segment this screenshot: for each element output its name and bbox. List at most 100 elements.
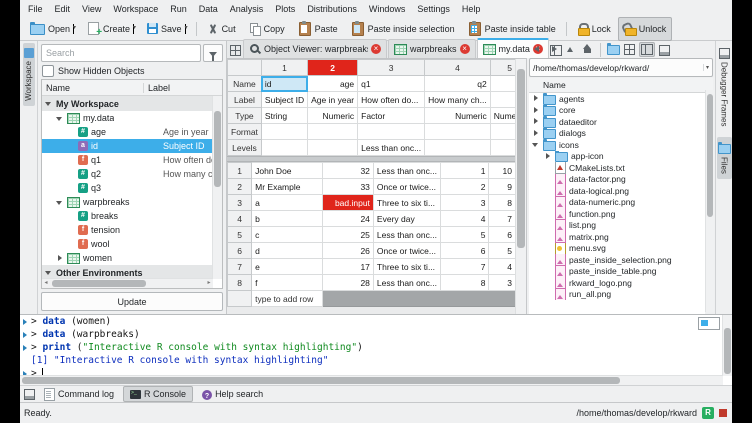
- expander-icon[interactable]: [55, 198, 64, 207]
- meta-cell[interactable]: Subject ID: [261, 92, 307, 108]
- menu-run[interactable]: Run: [164, 3, 193, 15]
- meta-cell[interactable]: Numeric: [425, 108, 491, 124]
- data-cell[interactable]: Less than onc...: [373, 275, 440, 291]
- menu-data[interactable]: Data: [193, 3, 224, 15]
- file-item-data-numeric-png[interactable]: data-numeric.png: [529, 197, 705, 209]
- scroll-left-icon[interactable]: ◂: [42, 280, 50, 287]
- tree-item-q2[interactable]: q2How many c...: [42, 167, 213, 181]
- tab-warpbreaks[interactable]: warpbreaks×: [388, 39, 476, 58]
- menu-workspace[interactable]: Workspace: [107, 3, 164, 15]
- data-cell[interactable]: Every day: [373, 211, 440, 227]
- data-cell[interactable]: 32: [323, 163, 374, 179]
- cut-button[interactable]: Cut: [201, 17, 242, 41]
- data-cell[interactable]: 4: [440, 211, 489, 227]
- meta-cell[interactable]: Factor: [358, 108, 425, 124]
- tree-item-q3[interactable]: q3: [42, 181, 213, 195]
- r-console[interactable]: > data (women)> data (warpbreaks)> print…: [20, 314, 732, 385]
- nav-forward-icon[interactable]: [546, 42, 562, 57]
- data-cell[interactable]: d: [252, 243, 323, 259]
- paste-inside-table-button[interactable]: Paste inside table: [462, 17, 562, 41]
- row-header-5[interactable]: 5: [228, 227, 252, 243]
- file-item-menu-svg[interactable]: menu.svg: [529, 243, 705, 255]
- meta-cell[interactable]: [308, 124, 358, 140]
- tree-item-age[interactable]: ageAge in year: [42, 125, 213, 139]
- files-dock-tab[interactable]: Files: [717, 137, 732, 179]
- file-item-icons[interactable]: icons: [529, 139, 705, 151]
- tab-close-icon[interactable]: ×: [371, 44, 381, 54]
- meta-cell[interactable]: [358, 124, 425, 140]
- meta-row-header-type[interactable]: Type: [228, 108, 262, 124]
- nav-back-icon[interactable]: [529, 42, 545, 57]
- menu-help[interactable]: Help: [456, 3, 487, 15]
- file-item-agents[interactable]: agents: [529, 93, 705, 105]
- file-tree-vscrollbar[interactable]: [705, 90, 714, 312]
- data-cell[interactable]: 6: [440, 243, 489, 259]
- meta-cell[interactable]: [425, 140, 491, 156]
- data-cell[interactable]: 3: [489, 275, 516, 291]
- files-name-header[interactable]: Name: [529, 78, 713, 93]
- file-item-dialogs[interactable]: dialogs: [529, 128, 705, 140]
- data-cell[interactable]: Three to six ti...: [373, 259, 440, 275]
- meta-cell[interactable]: How often do...: [358, 92, 425, 108]
- column-header-2[interactable]: 2: [308, 60, 358, 76]
- expander-icon[interactable]: [531, 140, 540, 149]
- expander-icon[interactable]: [531, 94, 540, 103]
- file-item-paste-inside-table-png[interactable]: paste_inside_table.png: [529, 266, 705, 278]
- lock-button[interactable]: Lock: [571, 17, 617, 41]
- add-row-cell[interactable]: type to add row: [252, 291, 323, 307]
- toolview-tab-command-log[interactable]: Command log: [37, 386, 121, 402]
- row-header-1[interactable]: 1: [228, 163, 252, 179]
- data-cell[interactable]: Once or twice...: [373, 179, 440, 195]
- meta-cell[interactable]: [261, 140, 307, 156]
- tree-item-breaks[interactable]: breaks: [42, 209, 213, 223]
- meta-cell[interactable]: String: [261, 108, 307, 124]
- toolview-dock-icon[interactable]: [24, 389, 35, 400]
- console-hscrollbar[interactable]: [20, 375, 723, 385]
- data-cell[interactable]: 6: [489, 227, 516, 243]
- row-header-6[interactable]: 6: [228, 243, 252, 259]
- workspace-dock-tab[interactable]: Workspace: [23, 43, 35, 106]
- file-item-matrix-png[interactable]: matrix.png: [529, 231, 705, 243]
- expander-icon[interactable]: [543, 152, 552, 161]
- data-cell[interactable]: 25: [323, 227, 374, 243]
- data-cell[interactable]: 5: [440, 227, 489, 243]
- data-cell[interactable]: bad.input: [323, 195, 374, 211]
- row-header-new[interactable]: [228, 291, 252, 307]
- data-cell[interactable]: 26: [323, 243, 374, 259]
- file-item-rkward-logo-png[interactable]: rkward_logo.png: [529, 277, 705, 289]
- file-item-core[interactable]: core: [529, 105, 705, 117]
- copy-button[interactable]: Copy: [243, 17, 291, 41]
- data-cell[interactable]: 24: [323, 211, 374, 227]
- meta-cell[interactable]: How many ch...: [425, 92, 491, 108]
- tree-item-wool[interactable]: wool: [42, 237, 213, 251]
- menu-windows[interactable]: Windows: [363, 3, 412, 15]
- file-item-data-logical-png[interactable]: data-logical.png: [529, 185, 705, 197]
- toolview-tab-r-console[interactable]: R Console: [123, 386, 193, 402]
- nav-home-icon[interactable]: [580, 42, 596, 57]
- nav-up-icon[interactable]: [563, 42, 579, 57]
- file-item-cmakelists-txt[interactable]: CMakeLists.txt: [529, 162, 705, 174]
- row-header-2[interactable]: 2: [228, 179, 252, 195]
- menu-plots[interactable]: Plots: [269, 3, 301, 15]
- meta-row-header-levels[interactable]: Levels: [228, 140, 262, 156]
- console-vscrollbar[interactable]: [722, 315, 732, 376]
- menu-analysis[interactable]: Analysis: [224, 3, 270, 15]
- data-cell[interactable]: 2: [440, 179, 489, 195]
- tree-item-my-data[interactable]: my.data: [42, 111, 213, 125]
- data-cell[interactable]: 33: [323, 179, 374, 195]
- menu-settings[interactable]: Settings: [411, 3, 456, 15]
- meta-row-header-name[interactable]: Name: [228, 76, 262, 92]
- paste-button[interactable]: Paste: [292, 17, 344, 41]
- data-cell[interactable]: 8: [489, 195, 516, 211]
- data-cell[interactable]: e: [252, 259, 323, 275]
- column-header-3[interactable]: 3: [358, 60, 425, 76]
- data-cell[interactable]: 5: [489, 243, 516, 259]
- tab-object-viewer-warpbreaks[interactable]: Object Viewer: warpbreaks×: [243, 39, 387, 58]
- meta-cell[interactable]: q2: [425, 76, 491, 92]
- data-cell[interactable]: 9: [489, 179, 516, 195]
- row-header-4[interactable]: 4: [228, 211, 252, 227]
- data-cell[interactable]: 28: [323, 275, 374, 291]
- data-cell[interactable]: 10: [489, 163, 516, 179]
- expander-icon[interactable]: [531, 117, 540, 126]
- workspace-tree-hscrollbar[interactable]: ◂ ▸: [42, 278, 213, 288]
